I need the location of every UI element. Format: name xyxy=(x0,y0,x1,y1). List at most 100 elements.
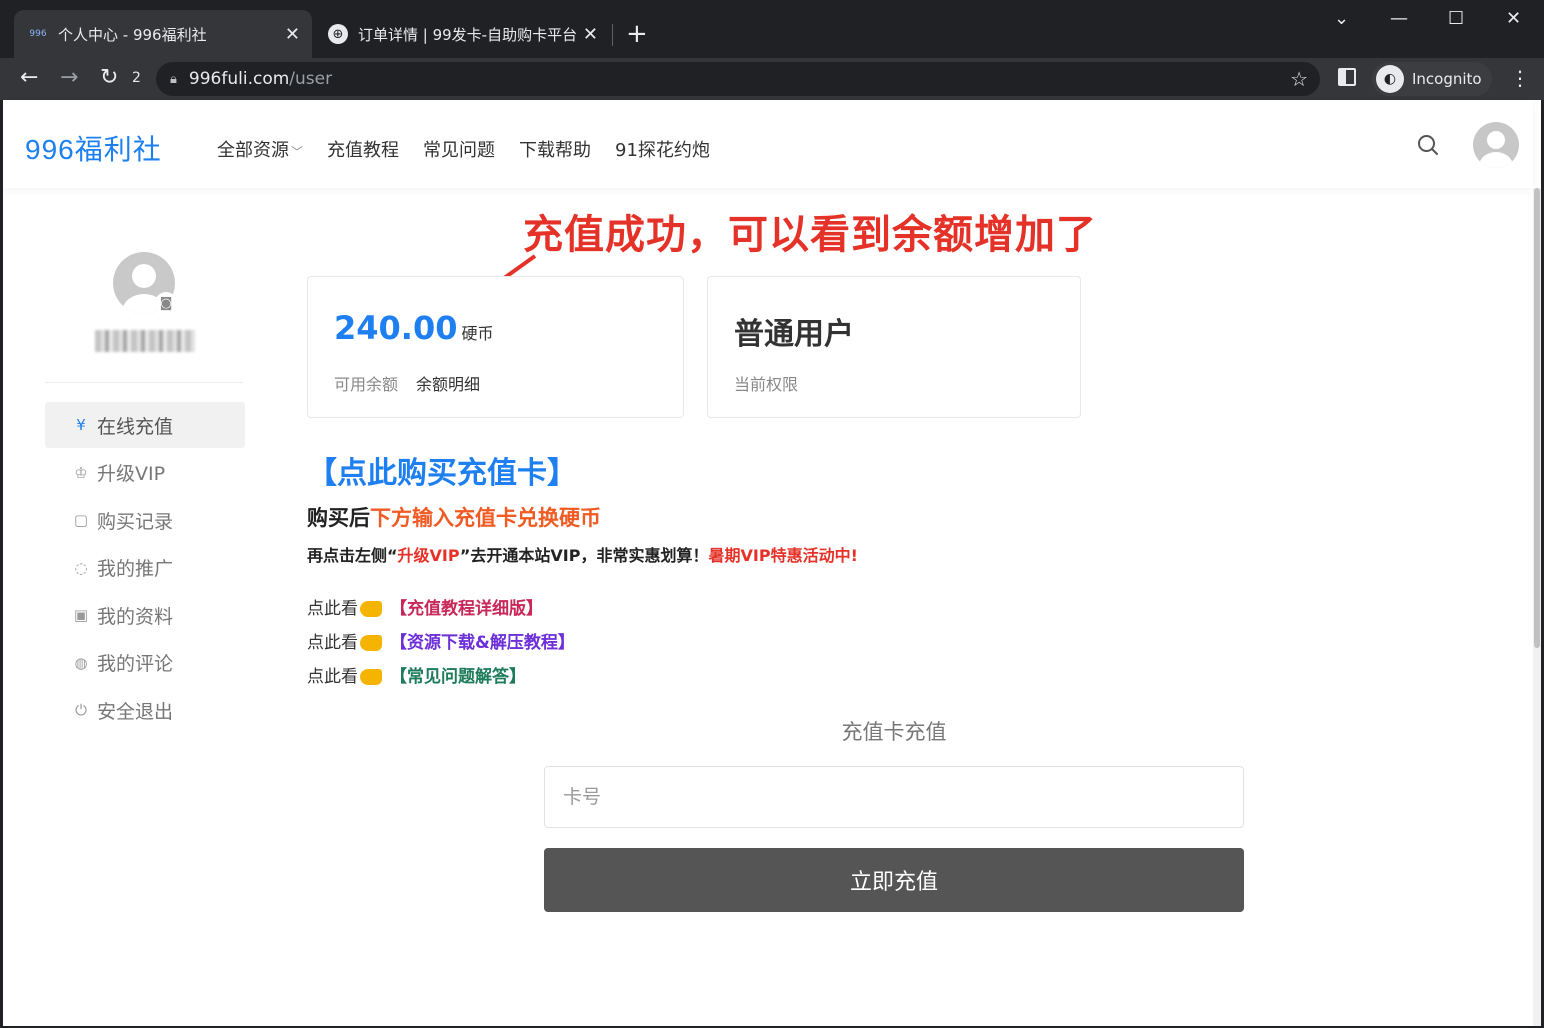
page-scrollbar[interactable] xyxy=(1533,188,1541,1026)
sidebar-item-my-comments[interactable]: ◍ 我的评论 xyxy=(45,640,245,686)
buy-card-link[interactable]: 【点此购买充值卡】 xyxy=(307,448,577,492)
promo-event: 暑期VIP特惠活动中! xyxy=(708,546,858,565)
sidebar-item-upgrade-vip[interactable]: ♔ 升级VIP xyxy=(45,450,245,496)
balance-detail-link[interactable]: 余额明细 xyxy=(416,375,480,394)
header-avatar[interactable] xyxy=(1473,122,1519,168)
sidebar-item-purchase-history[interactable]: ▢ 购买记录 xyxy=(45,497,245,543)
promo-vip-link[interactable]: 升级VIP xyxy=(398,546,460,565)
incognito-icon: ◐ xyxy=(1376,65,1404,93)
yen-circle-icon: ¥ xyxy=(76,416,86,434)
recharge-button[interactable]: 立即充值 xyxy=(544,848,1244,912)
user-sidebar: ◙ ¥ 在线充值 ♔ 升级VIP ▢ 购买记录 ◌ 我的推广 ▣ 我的资料 ◍ … xyxy=(23,218,253,858)
pointing-hand-icon xyxy=(360,600,382,617)
nav-item-5[interactable]: 91探花约炮 xyxy=(615,136,710,162)
balance-amount: 240.00 xyxy=(334,309,458,347)
promo-line-2: 再点击左侧“升级VIP”去开通本站VIP，非常实惠划算！暑期VIP特惠活动中! xyxy=(307,542,858,566)
sidebar-item-online-recharge[interactable]: ¥ 在线充值 xyxy=(45,402,245,448)
tutorial-link-download[interactable]: 【资源下载&解压教程】 xyxy=(390,628,575,653)
balance-unit: 硬币 xyxy=(461,324,494,343)
nav-download-help[interactable]: 下载帮助 xyxy=(519,136,591,162)
balance-sub: 可用余额 余额明细 xyxy=(334,371,480,395)
username-blurred xyxy=(95,330,195,352)
sidebar-item-label: 购买记录 xyxy=(97,510,174,533)
tab-order-detail[interactable]: ⊕ 订单详情 | 99发卡-自助购卡平台 ✕ xyxy=(314,10,610,58)
incognito-label: Incognito xyxy=(1412,70,1482,88)
tutorial-prefix: 点此看 xyxy=(307,599,358,619)
tutorial-row: 点此看 【常见问题解答】 xyxy=(307,662,526,687)
nav-faq[interactable]: 常见问题 xyxy=(423,136,495,162)
tutorial-prefix: 点此看 xyxy=(307,667,358,687)
close-icon[interactable]: ✕ xyxy=(285,24,300,45)
tab-personal-center[interactable]: 996 个人中心 - 996福利社 ✕ xyxy=(14,10,312,58)
browser-tab-bar: 996 个人中心 - 996福利社 ✕ ⊕ 订单详情 | 99发卡-自助购卡平台… xyxy=(0,0,1544,58)
nav-label: 全部资源 xyxy=(217,140,289,161)
tutorial-prefix: 点此看 xyxy=(307,633,358,653)
sidebar-item-my-profile[interactable]: ▣ 我的资料 xyxy=(45,592,245,638)
url-host: 996fuli.com xyxy=(188,69,290,89)
globe-icon: ⊕ xyxy=(328,24,348,44)
sidebar-item-label: 安全退出 xyxy=(97,700,174,723)
tab-title: 个人中心 - 996福利社 xyxy=(58,25,207,44)
more-menu-icon[interactable]: ⋮ xyxy=(1510,66,1530,90)
level-card: 普通用户 当前权限 xyxy=(707,276,1081,418)
site-header: 996福利社 全部资源 ﹀ 充值教程 常见问题 下载帮助 91探花约炮 xyxy=(3,100,1533,188)
lock-icon[interactable]: 🔒︎ xyxy=(170,72,177,87)
address-bar[interactable]: 🔒︎ 996fuli.com /user ☆ xyxy=(156,62,1320,96)
sidebar-item-logout[interactable]: ⏻ 安全退出 xyxy=(45,687,245,733)
nav-all-resources[interactable]: 全部资源 ﹀ xyxy=(217,136,303,162)
promo-highlight: 下方输入充值卡兑换硬币 xyxy=(370,506,601,530)
promo-text: 购买后 xyxy=(307,506,370,530)
promo-text: ”去开通本站VIP，非常实惠划算！ xyxy=(459,546,709,565)
sidebar-item-label: 在线充值 xyxy=(97,415,174,438)
page-viewport: 996福利社 全部资源 ﹀ 充值教程 常见问题 下载帮助 91探花约炮 ◙ ¥ … xyxy=(3,100,1541,1026)
scrollbar-thumb[interactable] xyxy=(1534,188,1540,648)
back-icon[interactable]: ← xyxy=(20,64,38,92)
tutorial-link-faq[interactable]: 【常见问题解答】 xyxy=(390,662,526,687)
incognito-badge[interactable]: ◐ Incognito xyxy=(1372,62,1492,96)
reload-icon[interactable]: ↻ xyxy=(100,64,118,92)
tab-title: 订单详情 | 99发卡-自助购卡平台 xyxy=(358,25,578,44)
top-nav: 全部资源 ﹀ 充值教程 常见问题 下载帮助 91探花约炮 xyxy=(217,136,710,162)
share-circle-icon: ◌ xyxy=(74,558,88,577)
sidebar-item-my-promotion[interactable]: ◌ 我的推广 xyxy=(45,545,245,591)
pointing-hand-icon xyxy=(360,668,382,685)
promo-line-1: 购买后下方输入充值卡兑换硬币 xyxy=(307,502,601,532)
bag-icon: ▢ xyxy=(73,511,89,529)
site-logo[interactable]: 996福利社 xyxy=(25,128,162,168)
close-icon[interactable]: ✕ xyxy=(583,24,598,45)
level-name: 普通用户 xyxy=(734,317,854,352)
tab-search-chevron-icon[interactable]: ⌄ xyxy=(1334,8,1349,29)
nav-recharge-tutorial[interactable]: 充值教程 xyxy=(327,136,399,162)
camera-icon[interactable]: ◙ xyxy=(155,292,177,314)
forward-icon[interactable]: → xyxy=(60,64,78,92)
balance-card: 240.00 硬币 可用余额 余额明细 xyxy=(307,276,684,418)
user-silhouette-icon xyxy=(1479,131,1513,168)
comment-icon: ◍ xyxy=(74,653,88,672)
recharge-title: 充值卡充值 xyxy=(841,720,947,744)
new-tab-icon[interactable]: + xyxy=(626,20,648,48)
reload-count: 2 xyxy=(132,70,141,86)
minimize-icon[interactable]: — xyxy=(1390,8,1408,29)
sidebar-item-label: 我的推广 xyxy=(97,558,174,580)
divider xyxy=(45,382,243,383)
tutorial-row: 点此看 【资源下载&解压教程】 xyxy=(307,628,575,653)
close-window-icon[interactable]: ✕ xyxy=(1506,8,1521,29)
card-number-input[interactable] xyxy=(544,766,1244,828)
tutorial-link-recharge[interactable]: 【充值教程详细版】 xyxy=(390,594,543,619)
profile-card-icon: ▣ xyxy=(73,606,89,624)
level-label: 当前权限 xyxy=(734,375,799,394)
sidebar-item-label: 我的评论 xyxy=(97,653,174,675)
maximize-icon[interactable]: ☐ xyxy=(1448,8,1464,29)
side-panel-icon[interactable] xyxy=(1338,68,1356,86)
crown-icon: ♔ xyxy=(74,463,88,482)
side-menu: ¥ 在线充值 ♔ 升级VIP ▢ 购买记录 ◌ 我的推广 ▣ 我的资料 ◍ 我的… xyxy=(45,402,245,735)
chevron-down-icon: ﹀ xyxy=(291,145,304,159)
tab-separator xyxy=(612,24,613,46)
promo-text: 再点击左侧“ xyxy=(307,546,398,565)
url-path: /user xyxy=(289,69,333,89)
pointing-hand-icon xyxy=(360,634,382,651)
tutorial-row: 点此看 【充值教程详细版】 xyxy=(307,594,543,619)
bookmark-star-icon[interactable]: ☆ xyxy=(1290,67,1308,91)
search-icon[interactable] xyxy=(1417,134,1439,156)
site-favicon: 996 xyxy=(29,29,47,39)
